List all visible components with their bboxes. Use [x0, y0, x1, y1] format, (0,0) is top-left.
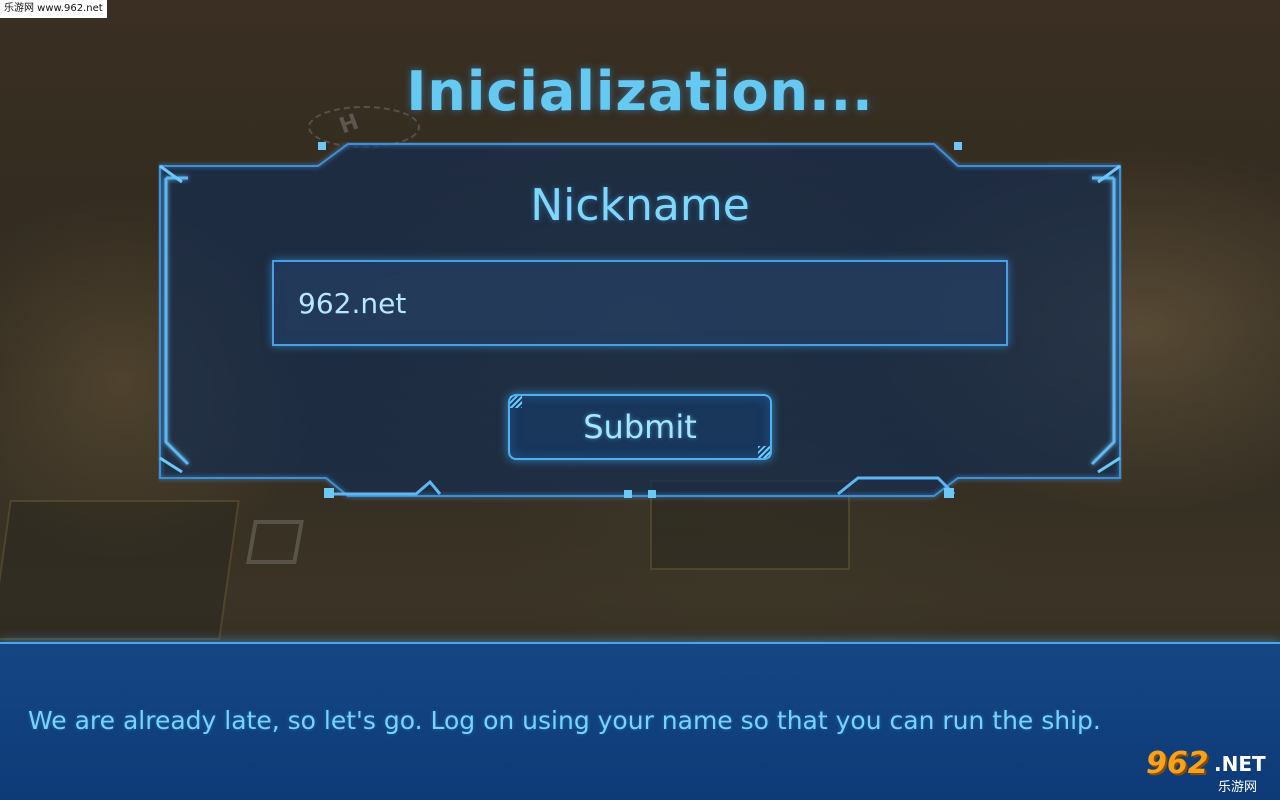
nickname-input[interactable]	[272, 260, 1008, 346]
watermark-logo-suffix: .NET	[1214, 752, 1266, 776]
dialog-box: We are already late, so let's go. Log on…	[0, 642, 1280, 800]
watermark-logo-subtitle: 乐游网	[1218, 780, 1258, 795]
screen-title: Inicialization...	[406, 60, 874, 123]
nickname-label: Nickname	[530, 180, 750, 231]
ground-tile-marker	[246, 520, 304, 564]
watermark-top: 乐游网 www.962.net	[0, 0, 107, 18]
landing-platform	[0, 500, 240, 640]
watermark-logo-number: 962	[1146, 746, 1209, 781]
watermark-logo: 962 .NET 乐游网	[1142, 746, 1276, 796]
dialog-message: We are already late, so let's go. Log on…	[28, 706, 1101, 735]
submit-button[interactable]: Submit	[508, 394, 772, 460]
